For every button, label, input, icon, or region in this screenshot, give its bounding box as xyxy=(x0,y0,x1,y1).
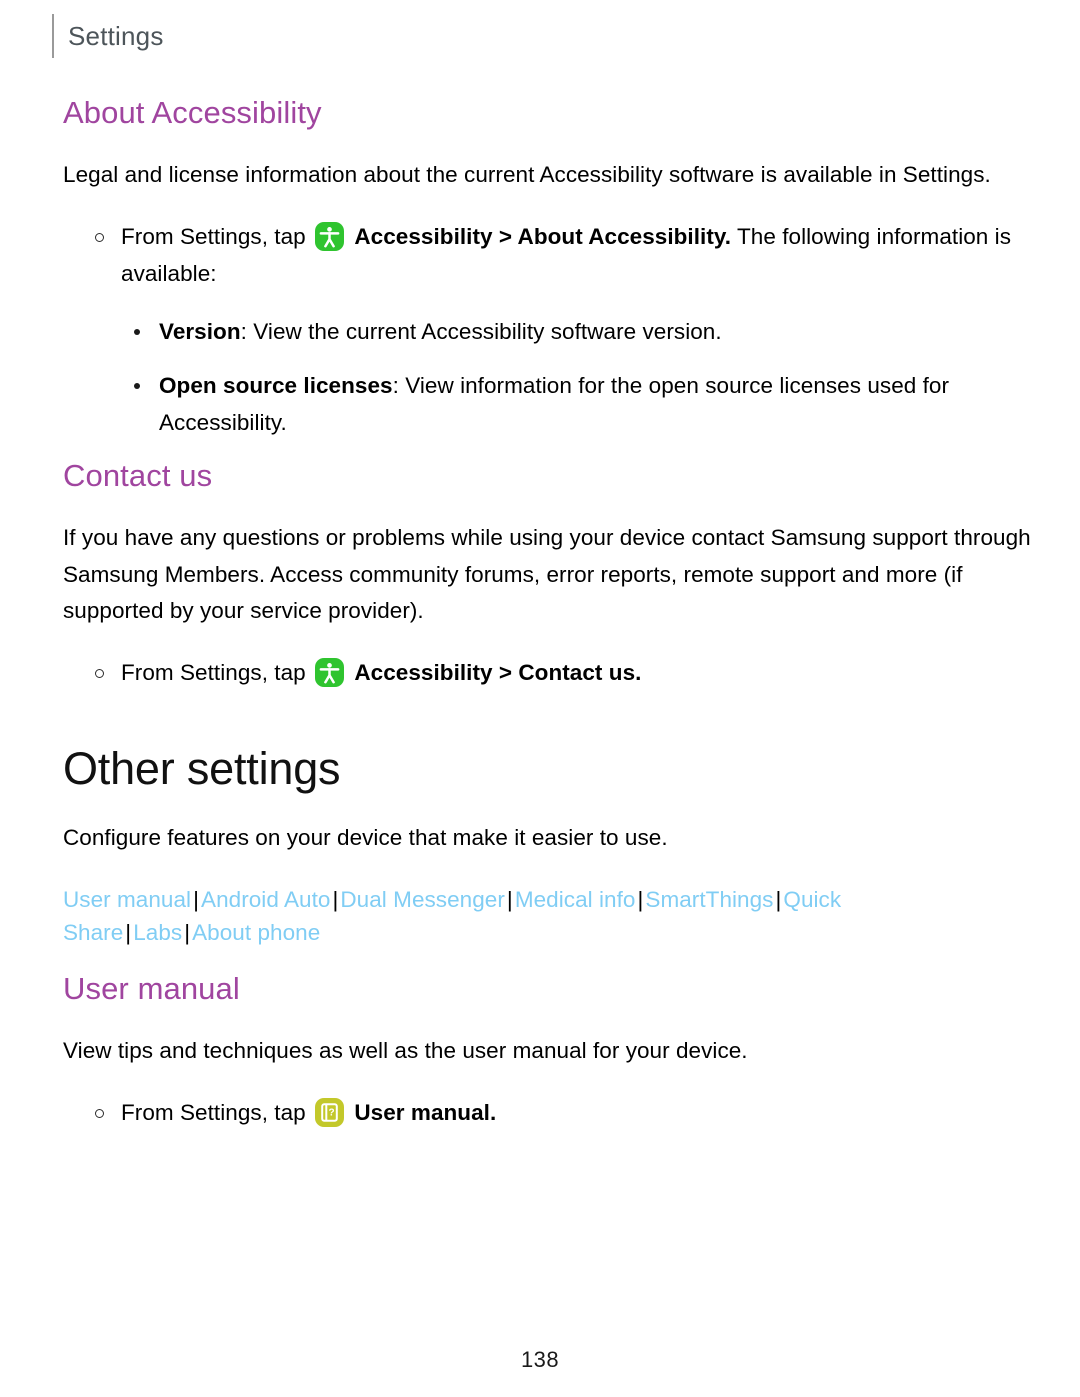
step-prefix: From Settings, tap xyxy=(121,660,306,686)
running-head-rule xyxy=(52,14,54,58)
step-bold-path: User manual. xyxy=(354,1100,497,1126)
related-links: User manual|Android Auto|Dual Messenger|… xyxy=(63,883,1033,951)
svg-text:?: ? xyxy=(329,1108,335,1119)
user-manual-steps: From Settings, tap ? User manual. xyxy=(63,1095,1033,1131)
bullet-term: Open source licenses xyxy=(159,373,393,399)
about-accessibility-intro: Legal and license information about the … xyxy=(63,161,991,187)
step-item: From Settings, tap Accessibility > Conta… xyxy=(63,655,1033,691)
other-settings-intro: Configure features on your device that m… xyxy=(63,825,668,851)
link-separator: | xyxy=(775,886,782,912)
page-content: About Accessibility Legal and license in… xyxy=(63,95,1033,1154)
step-prefix: From Settings, tap xyxy=(121,224,306,250)
link-android-auto[interactable]: Android Auto xyxy=(201,887,330,912)
link-separator: | xyxy=(637,886,644,912)
bullet-term: Version xyxy=(159,319,241,345)
list-item: Open source licenses: View information f… xyxy=(63,368,1033,441)
link-separator: | xyxy=(506,886,513,912)
contact-us-steps: From Settings, tap Accessibility > Conta… xyxy=(63,655,1033,691)
accessibility-icon xyxy=(315,222,345,252)
heading-user-manual: User manual xyxy=(63,971,240,1007)
user-manual-icon: ? xyxy=(315,1098,345,1128)
link-separator: | xyxy=(193,886,200,912)
heading-about-accessibility: About Accessibility xyxy=(63,95,322,130)
step-prefix: From Settings, tap xyxy=(121,1100,306,1126)
user-manual-intro: View tips and techniques as well as the … xyxy=(63,1037,748,1063)
manual-page: Settings About Accessibility Legal and l… xyxy=(0,0,1080,1397)
page-number: 138 xyxy=(521,1347,559,1372)
link-about-phone[interactable]: About phone xyxy=(192,920,320,945)
link-separator: | xyxy=(125,920,132,946)
contact-us-intro: If you have any questions or problems wh… xyxy=(63,525,1031,623)
link-separator: | xyxy=(184,920,191,946)
step-bold-path: Accessibility > Contact us. xyxy=(354,660,642,686)
link-user-manual[interactable]: User manual xyxy=(63,887,191,912)
accessibility-icon xyxy=(315,658,345,688)
heading-contact-us: Contact us xyxy=(63,458,213,494)
heading-other-settings: Other settings xyxy=(63,742,341,794)
about-accessibility-bullets: Version: View the current Accessibility … xyxy=(63,314,1033,441)
step-bold-path: Accessibility > About Accessibility. xyxy=(354,224,732,250)
step-item: From Settings, tap ? User manual. xyxy=(63,1095,1033,1131)
link-smartthings[interactable]: SmartThings xyxy=(645,887,773,912)
link-medical-info[interactable]: Medical info xyxy=(515,887,636,912)
running-head: Settings xyxy=(52,14,164,58)
link-labs[interactable]: Labs xyxy=(133,920,182,945)
running-head-label: Settings xyxy=(68,21,164,51)
link-dual-messenger[interactable]: Dual Messenger xyxy=(340,887,505,912)
about-accessibility-steps: From Settings, tap Accessibility > About… xyxy=(63,219,1033,292)
link-separator: | xyxy=(332,886,339,912)
bullet-description: : View the current Accessibility softwar… xyxy=(240,319,722,345)
step-item: From Settings, tap Accessibility > About… xyxy=(63,219,1033,292)
list-item: Version: View the current Accessibility … xyxy=(63,314,1033,350)
